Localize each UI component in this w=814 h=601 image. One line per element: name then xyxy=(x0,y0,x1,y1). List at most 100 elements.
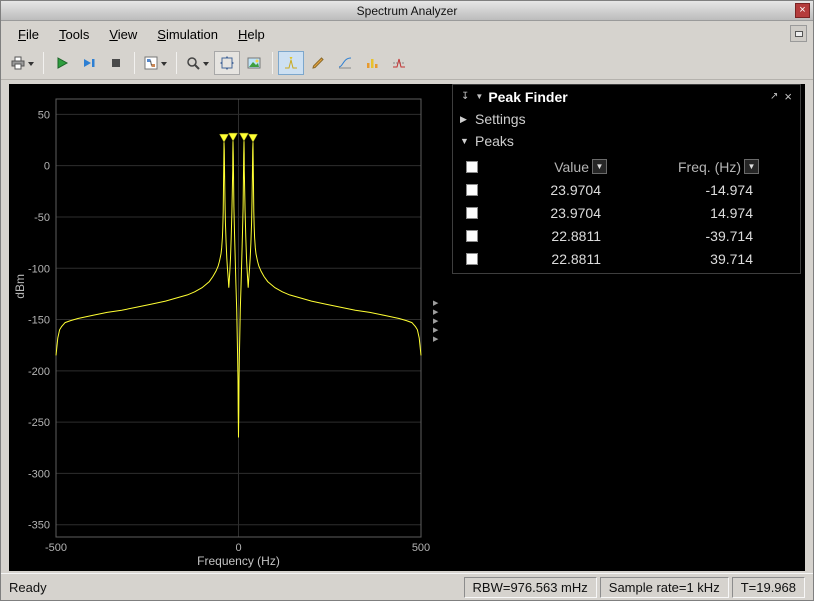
spectral-mask-icon xyxy=(391,55,407,71)
peaks-expander[interactable]: ▼ Peaks xyxy=(453,130,800,152)
svg-text:-50: -50 xyxy=(34,212,50,224)
scale-axes-icon xyxy=(219,55,235,71)
ccdf-curve-icon xyxy=(337,55,353,71)
printer-icon xyxy=(10,55,26,71)
settings-expander[interactable]: ▶ Settings xyxy=(453,108,800,130)
scale-axes-button[interactable] xyxy=(214,51,240,75)
collapse-arrow-icon[interactable]: ▶ xyxy=(433,309,438,317)
step-forward-icon xyxy=(81,55,97,71)
dock-window-button[interactable] xyxy=(790,25,807,42)
toolbar-separator xyxy=(272,52,273,74)
peak-freq: 39.714 xyxy=(609,251,761,267)
peaks-table: Value ▼ Freq. (Hz) ▼ 23.9704 -14.974 xyxy=(459,155,800,270)
ccdf-button[interactable] xyxy=(332,51,358,75)
menu-simulation[interactable]: Simulation xyxy=(148,24,227,45)
collapse-arrow-icon[interactable]: ▶ xyxy=(433,300,438,308)
chevron-down-icon: ▼ xyxy=(460,136,469,146)
run-icon xyxy=(54,55,70,71)
toolbar-separator xyxy=(134,52,135,74)
window-title: Spectrum Analyzer xyxy=(1,4,813,18)
pencil-icon xyxy=(310,55,326,71)
row-checkbox[interactable] xyxy=(466,230,478,242)
peak-freq: 14.974 xyxy=(609,205,761,221)
power-measure-button[interactable] xyxy=(359,51,385,75)
x-axis-label: Frequency (Hz) xyxy=(56,554,421,568)
y-axis-label: dBm xyxy=(13,274,27,299)
peak-finder-panel: ↧ ▼ Peak Finder ↗ × ▶ Settings ▼ Peaks xyxy=(452,84,801,274)
run-button[interactable] xyxy=(49,51,75,75)
zoom-dropdown-button[interactable] xyxy=(182,51,213,75)
scope-content: 500-50-100-150-200-250-300-350-5000500 d… xyxy=(1,80,813,573)
dropdown-arrow-icon xyxy=(202,59,210,67)
menu-help[interactable]: Help xyxy=(229,24,274,45)
select-all-checkbox[interactable] xyxy=(466,161,478,173)
svg-text:-300: -300 xyxy=(28,468,50,480)
row-checkbox[interactable] xyxy=(466,253,478,265)
magnifier-icon xyxy=(185,55,201,71)
collapse-arrow-icon[interactable]: ▶ xyxy=(433,327,438,335)
settings-label: Settings xyxy=(475,111,526,127)
rbw-indicator: RBW=976.563 mHz xyxy=(464,577,597,598)
menu-bar: File Tools View Simulation Help xyxy=(1,21,813,47)
peak-value: 23.9704 xyxy=(487,182,609,198)
svg-text:-250: -250 xyxy=(28,417,50,429)
menu-file[interactable]: File xyxy=(9,24,48,45)
column-header-value: Value xyxy=(554,159,589,175)
svg-text:-150: -150 xyxy=(28,315,50,327)
dropdown-arrow-icon xyxy=(160,59,168,67)
simulation-settings-dropdown[interactable] xyxy=(140,51,171,75)
distortion-measure-button[interactable] xyxy=(305,51,331,75)
collapse-arrow-icon[interactable]: ▶ xyxy=(433,336,438,344)
table-row: 22.8811 -39.714 xyxy=(459,224,800,247)
peak-freq: -14.974 xyxy=(609,182,761,198)
row-checkbox[interactable] xyxy=(466,207,478,219)
panel-splitter-arrows: ▶ ▶ ▶ ▶ ▶ xyxy=(433,300,438,344)
table-row: 23.9704 14.974 xyxy=(459,201,800,224)
title-bar[interactable]: Spectrum Analyzer × xyxy=(1,1,813,21)
peak-value: 22.8811 xyxy=(487,228,609,244)
print-dropdown-button[interactable] xyxy=(7,51,38,75)
table-row: 23.9704 -14.974 xyxy=(459,178,800,201)
screenshot-button[interactable] xyxy=(241,51,267,75)
peak-finder-button[interactable] xyxy=(278,51,304,75)
close-panel-icon[interactable]: × xyxy=(781,89,795,104)
undock-panel-icon[interactable]: ↗ xyxy=(767,91,781,102)
value-column-menu-button[interactable]: ▼ xyxy=(592,159,607,174)
dropdown-arrow-icon xyxy=(27,59,35,67)
toolbar-separator xyxy=(43,52,44,74)
toolbar xyxy=(1,47,813,80)
pin-icon[interactable]: ↧ xyxy=(458,91,472,102)
toolbar-separator xyxy=(176,52,177,74)
time-indicator: T=19.968 xyxy=(732,577,805,598)
sample-rate-indicator: Sample rate=1 kHz xyxy=(600,577,729,598)
peak-freq: -39.714 xyxy=(609,228,761,244)
svg-text:50: 50 xyxy=(38,109,50,121)
menu-view[interactable]: View xyxy=(100,24,146,45)
power-bars-icon xyxy=(364,55,380,71)
dock-icon xyxy=(795,31,803,37)
plot-area: 500-50-100-150-200-250-300-350-5000500 d… xyxy=(9,84,805,571)
step-forward-button[interactable] xyxy=(76,51,102,75)
spectral-mask-button[interactable] xyxy=(386,51,412,75)
stop-icon xyxy=(108,55,124,71)
freq-column-menu-button[interactable]: ▼ xyxy=(744,159,759,174)
peaks-label: Peaks xyxy=(475,133,514,149)
svg-text:0: 0 xyxy=(44,161,50,173)
status-bar: Ready RBW=976.563 mHz Sample rate=1 kHz … xyxy=(1,573,813,600)
peak-value: 23.9704 xyxy=(487,205,609,221)
model-blocks-icon xyxy=(143,55,159,71)
chevron-right-icon: ▶ xyxy=(460,114,469,125)
menu-tools[interactable]: Tools xyxy=(50,24,98,45)
peak-finder-header[interactable]: ↧ ▼ Peak Finder ↗ × xyxy=(453,85,800,108)
svg-text:500: 500 xyxy=(412,542,430,554)
svg-text:-100: -100 xyxy=(28,263,50,275)
close-window-button[interactable]: × xyxy=(795,3,810,18)
row-checkbox[interactable] xyxy=(466,184,478,196)
spectrum-plot[interactable]: 500-50-100-150-200-250-300-350-5000500 xyxy=(9,84,449,571)
collapse-arrow-icon[interactable]: ▶ xyxy=(433,318,438,326)
table-header-row: Value ▼ Freq. (Hz) ▼ xyxy=(459,155,800,178)
image-icon xyxy=(246,55,262,71)
stop-button[interactable] xyxy=(103,51,129,75)
collapse-panel-icon[interactable]: ▼ xyxy=(472,92,486,101)
peak-finder-icon xyxy=(283,55,299,71)
